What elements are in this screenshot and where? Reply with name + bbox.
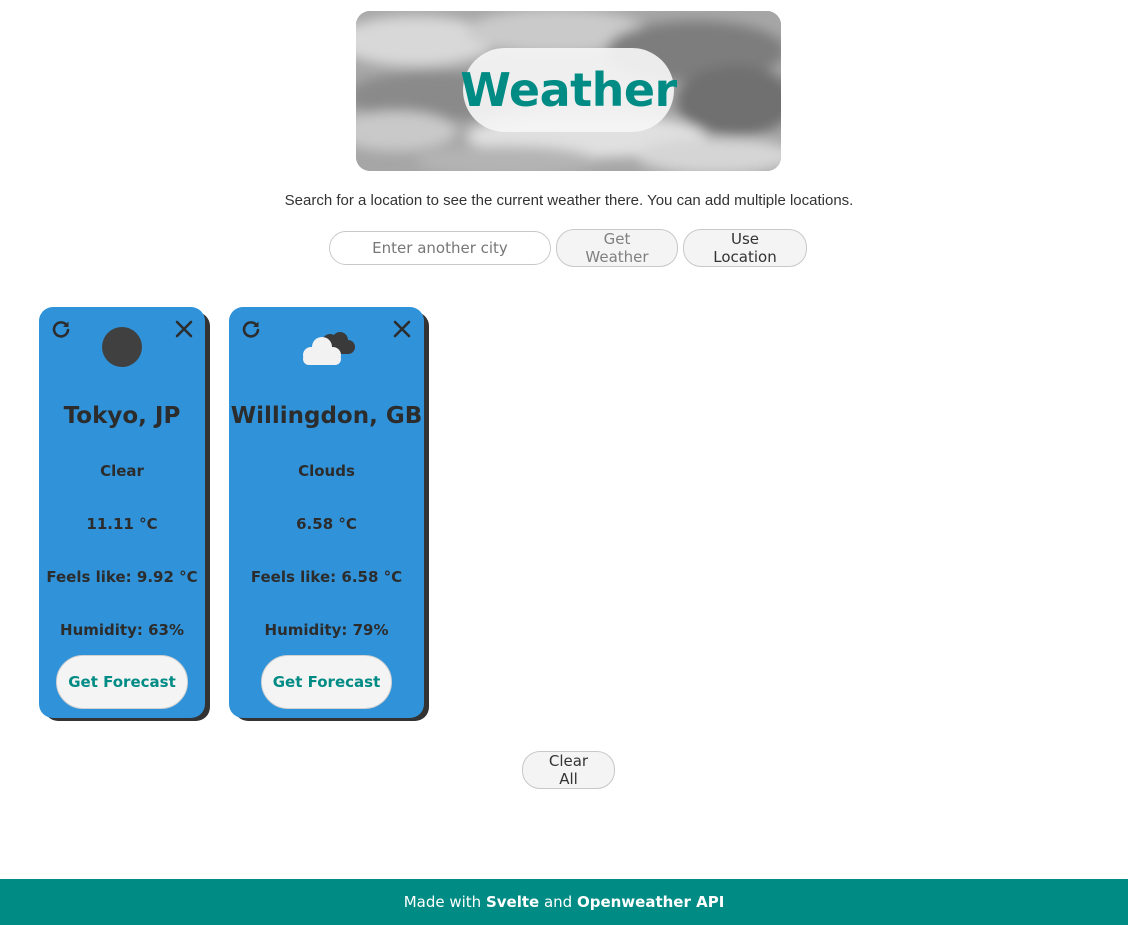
use-location-button[interactable]: Use Location: [683, 229, 807, 267]
page-title: Weather: [460, 63, 677, 117]
get-forecast-button[interactable]: Get Forecast: [261, 655, 392, 709]
temperature: 6.58 °C: [296, 515, 357, 533]
footer-prefix: Made with: [403, 893, 486, 911]
city-name: Tokyo, JP: [63, 403, 181, 429]
temperature: 11.11 °C: [86, 515, 158, 533]
footer-middle: and: [539, 893, 577, 911]
clear-all-button[interactable]: Clear All: [522, 751, 615, 789]
humidity: Humidity: 79%: [264, 621, 389, 639]
feels-like: Feels like: 9.92 °C: [46, 568, 198, 586]
get-forecast-button[interactable]: Get Forecast: [56, 655, 188, 709]
weather-condition: Clouds: [298, 462, 355, 480]
clouds-icon: [303, 332, 355, 365]
clear-moon-icon: [102, 327, 142, 367]
weather-condition: Clear: [100, 462, 144, 480]
footer-api-link[interactable]: Openweather API: [577, 893, 724, 911]
footer-svelte-link[interactable]: Svelte: [486, 893, 539, 911]
intro-text: Search for a location to see the current…: [284, 192, 854, 209]
city-name: Willingdon, GB: [230, 403, 423, 429]
page: Weather Search for a location to see the…: [0, 0, 1128, 925]
humidity: Humidity: 63%: [60, 621, 184, 639]
city-search-input[interactable]: [329, 231, 551, 265]
weather-card: Willingdon, GB Clouds 6.58 °C Feels like…: [229, 307, 424, 718]
footer: Made with Svelte and Openweather API: [0, 879, 1128, 925]
title-pill: Weather: [460, 48, 677, 132]
refresh-icon[interactable]: [51, 319, 71, 339]
weather-card: Tokyo, JP Clear 11.11 °C Feels like: 9.9…: [39, 307, 205, 718]
close-icon[interactable]: [174, 319, 194, 339]
get-weather-button[interactable]: Get Weather: [556, 229, 678, 267]
search-row: Get Weather Use Location: [329, 229, 807, 267]
close-icon[interactable]: [392, 319, 412, 339]
feels-like: Feels like: 6.58 °C: [250, 568, 403, 586]
refresh-icon[interactable]: [241, 319, 261, 339]
